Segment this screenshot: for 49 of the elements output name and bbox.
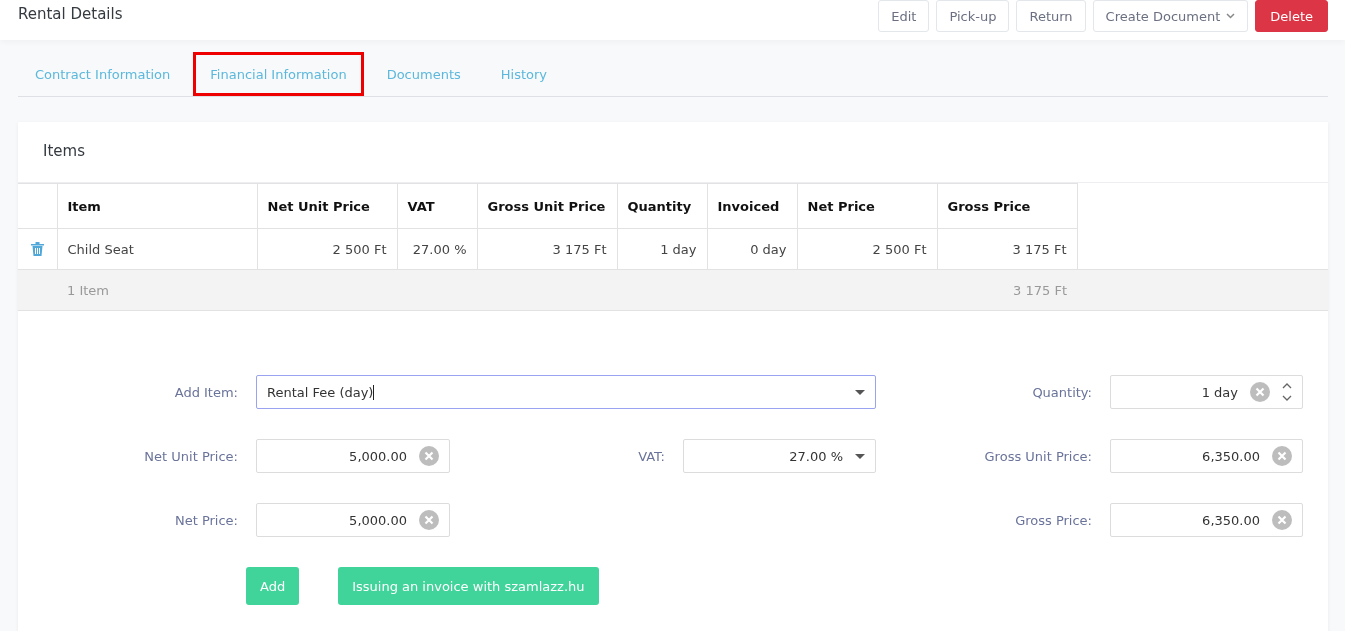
- delete-button[interactable]: Delete: [1255, 0, 1328, 32]
- input-field[interactable]: 6,350.00: [1110, 503, 1303, 537]
- field-label: VAT:: [637, 448, 666, 464]
- action-button[interactable]: Return: [1016, 0, 1086, 32]
- item-count: 1 Item: [57, 269, 257, 311]
- field-label: Gross Price:: [1014, 512, 1093, 528]
- column-header: Invoiced: [707, 183, 797, 229]
- quantity-field[interactable]: 1 day: [1110, 375, 1303, 409]
- item-select[interactable]: Rental Fee (day): [256, 375, 876, 409]
- clear-icon[interactable]: [1272, 510, 1292, 530]
- table-cell: 1 day: [617, 228, 707, 270]
- total-cell: 3 175 Ft: [937, 269, 1077, 311]
- clear-icon[interactable]: [1272, 446, 1292, 466]
- page-title: Rental Details: [18, 5, 123, 23]
- trash-icon[interactable]: [30, 242, 44, 256]
- table-cell: Child Seat: [57, 228, 257, 270]
- action-button[interactable]: Edit: [878, 0, 930, 32]
- field-label: Gross Unit Price:: [983, 448, 1093, 464]
- clear-icon[interactable]: [1250, 382, 1270, 402]
- table-cell: 2 500 Ft: [257, 228, 397, 270]
- dropdown-button[interactable]: Create Document: [1092, 0, 1249, 32]
- clear-icon[interactable]: [419, 510, 439, 530]
- table-cell: 3 175 Ft: [477, 228, 617, 270]
- table-cell: 3 175 Ft: [937, 228, 1077, 270]
- dropdown-arrow-icon[interactable]: [855, 389, 865, 395]
- action-button[interactable]: Pick-up: [936, 0, 1010, 32]
- column-header: VAT: [397, 183, 477, 229]
- field-label: Net Unit Price:: [143, 448, 239, 464]
- field-label: Add Item:: [173, 384, 239, 400]
- table-cell: 2 500 Ft: [797, 228, 937, 270]
- column-header: Quantity: [617, 183, 707, 229]
- field-label: Net Price:: [173, 512, 239, 528]
- column-header: Item: [57, 183, 257, 229]
- clear-icon[interactable]: [419, 446, 439, 466]
- spinner-icon[interactable]: [1282, 382, 1292, 402]
- column-header: Net Unit Price: [257, 183, 397, 229]
- card-title: Items: [18, 122, 1328, 183]
- input-field[interactable]: 5,000.00: [256, 439, 450, 473]
- column-header: Gross Price: [937, 183, 1077, 229]
- table-cell: 27.00 %: [397, 228, 477, 270]
- field-label: Quantity:: [1031, 384, 1093, 400]
- table-cell: 0 day: [707, 228, 797, 270]
- input-field[interactable]: 5,000.00: [256, 503, 450, 537]
- chevron-down-icon: [1226, 13, 1236, 19]
- dropdown-arrow-icon[interactable]: [855, 453, 865, 459]
- input-field[interactable]: 6,350.00: [1110, 439, 1303, 473]
- column-header: Net Price: [797, 183, 937, 229]
- column-header: Gross Unit Price: [477, 183, 617, 229]
- vat-select[interactable]: 27.00 %: [683, 439, 876, 473]
